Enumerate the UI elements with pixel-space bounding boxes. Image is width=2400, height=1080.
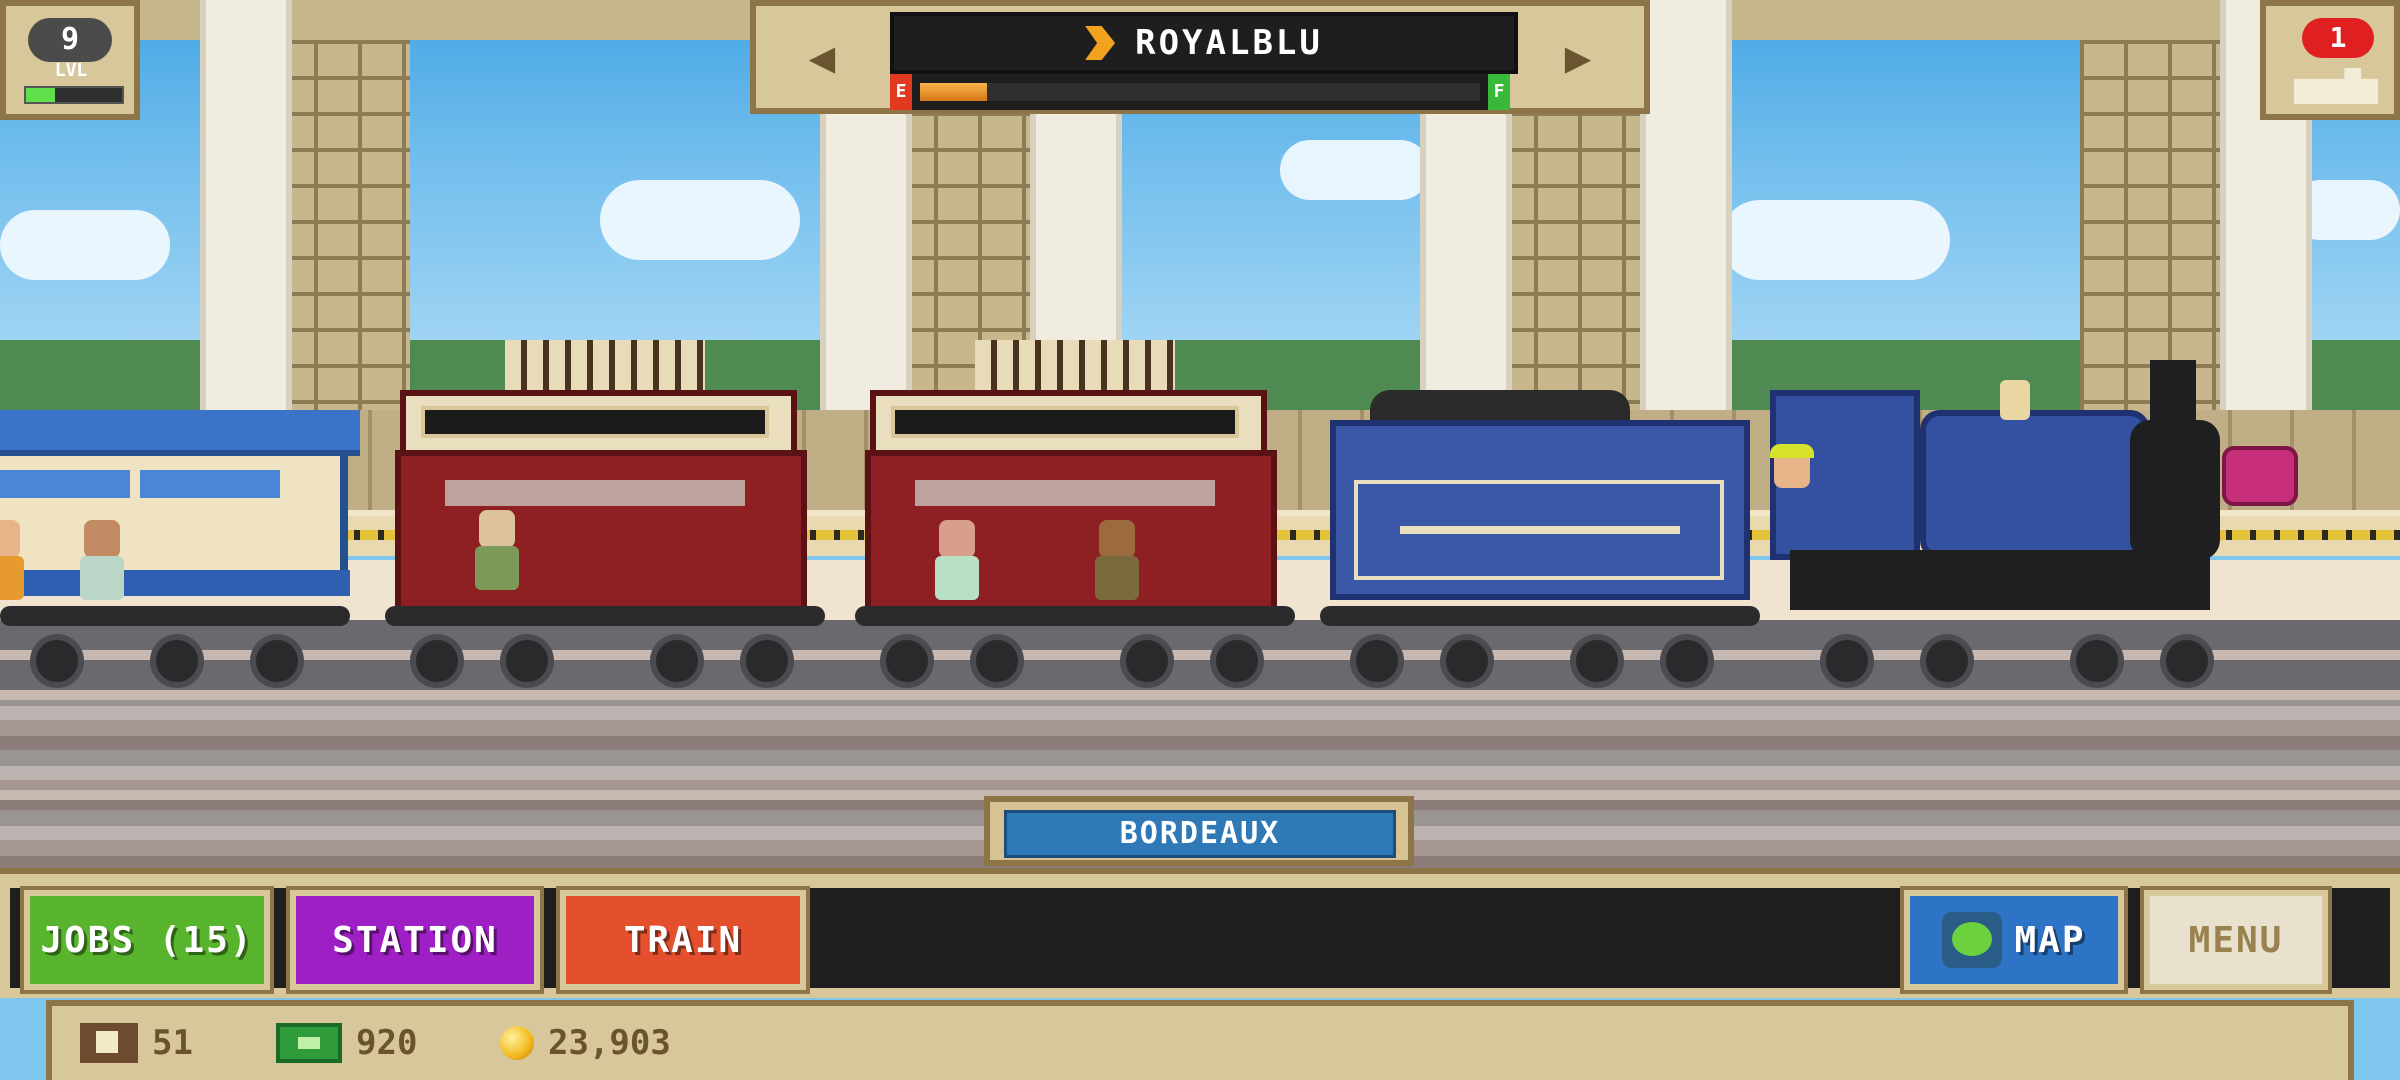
station-button[interactable]: STATION bbox=[286, 886, 544, 994]
chevron-left-icon: ◀ bbox=[808, 31, 836, 83]
fuel-track bbox=[920, 83, 1480, 101]
passenger[interactable] bbox=[0, 520, 24, 600]
theater-car[interactable] bbox=[855, 330, 1295, 612]
notification-badge: 1 bbox=[2302, 18, 2374, 58]
coins-counter[interactable]: 23,903 bbox=[500, 1018, 671, 1068]
cash-counter[interactable]: 920 bbox=[276, 1018, 417, 1068]
conductor[interactable] bbox=[1770, 444, 1814, 530]
chevron-right-icon: ▶ bbox=[1564, 31, 1592, 83]
xp-progress-fill bbox=[26, 88, 55, 102]
theater-car[interactable] bbox=[385, 330, 825, 612]
cash-icon bbox=[276, 1023, 342, 1063]
locomotive[interactable] bbox=[1770, 360, 2230, 620]
passenger[interactable] bbox=[80, 520, 124, 600]
level-number: 9 bbox=[28, 18, 112, 62]
passenger-car[interactable] bbox=[0, 410, 360, 610]
fuel-full-label: F bbox=[1488, 74, 1510, 110]
passenger[interactable] bbox=[1095, 520, 1139, 600]
globe-icon bbox=[1942, 912, 2003, 968]
coal-tender[interactable] bbox=[1330, 390, 1750, 610]
train-speed-icon bbox=[1085, 26, 1116, 60]
map-button[interactable]: MAP bbox=[1900, 886, 2128, 994]
tickets-counter[interactable]: 51 bbox=[80, 1018, 193, 1068]
fuel-gauge: E F bbox=[890, 74, 1510, 110]
train-name-box[interactable]: ROYALBLU bbox=[890, 12, 1518, 74]
station-name: BORDEAUX bbox=[1004, 810, 1396, 858]
fuel-fill bbox=[920, 83, 988, 101]
level-badge[interactable]: 9 LVL bbox=[0, 0, 140, 120]
menu-button[interactable]: MENU bbox=[2140, 886, 2332, 994]
level-label: LVL bbox=[54, 60, 88, 81]
train-notification-button[interactable]: 1 bbox=[2260, 0, 2400, 120]
cash-value: 920 bbox=[356, 1023, 418, 1063]
station-sign: BORDEAUX bbox=[984, 796, 1414, 866]
luggage-icon[interactable] bbox=[2222, 446, 2298, 506]
map-button-label: MAP bbox=[2014, 919, 2086, 961]
coins-value: 23,903 bbox=[548, 1023, 671, 1063]
xp-progress-bar bbox=[24, 86, 124, 104]
train-button[interactable]: TRAIN bbox=[556, 886, 810, 994]
prev-train-button[interactable]: ◀ bbox=[762, 16, 882, 98]
passenger[interactable] bbox=[935, 520, 979, 600]
fuel-empty-label: E bbox=[890, 74, 912, 110]
train-icon bbox=[2294, 68, 2378, 104]
ticket-icon bbox=[80, 1023, 138, 1063]
train-selector: ◀ ROYALBLU E F ▶ bbox=[750, 0, 1650, 114]
game-scene bbox=[0, 0, 2400, 870]
coin-icon bbox=[500, 1026, 534, 1060]
jobs-button[interactable]: JOBS (15) bbox=[20, 886, 274, 994]
tickets-value: 51 bbox=[152, 1023, 193, 1063]
passenger[interactable] bbox=[475, 510, 519, 590]
train-name: ROYALBLU bbox=[1135, 23, 1323, 63]
next-train-button[interactable]: ▶ bbox=[1518, 16, 1638, 98]
